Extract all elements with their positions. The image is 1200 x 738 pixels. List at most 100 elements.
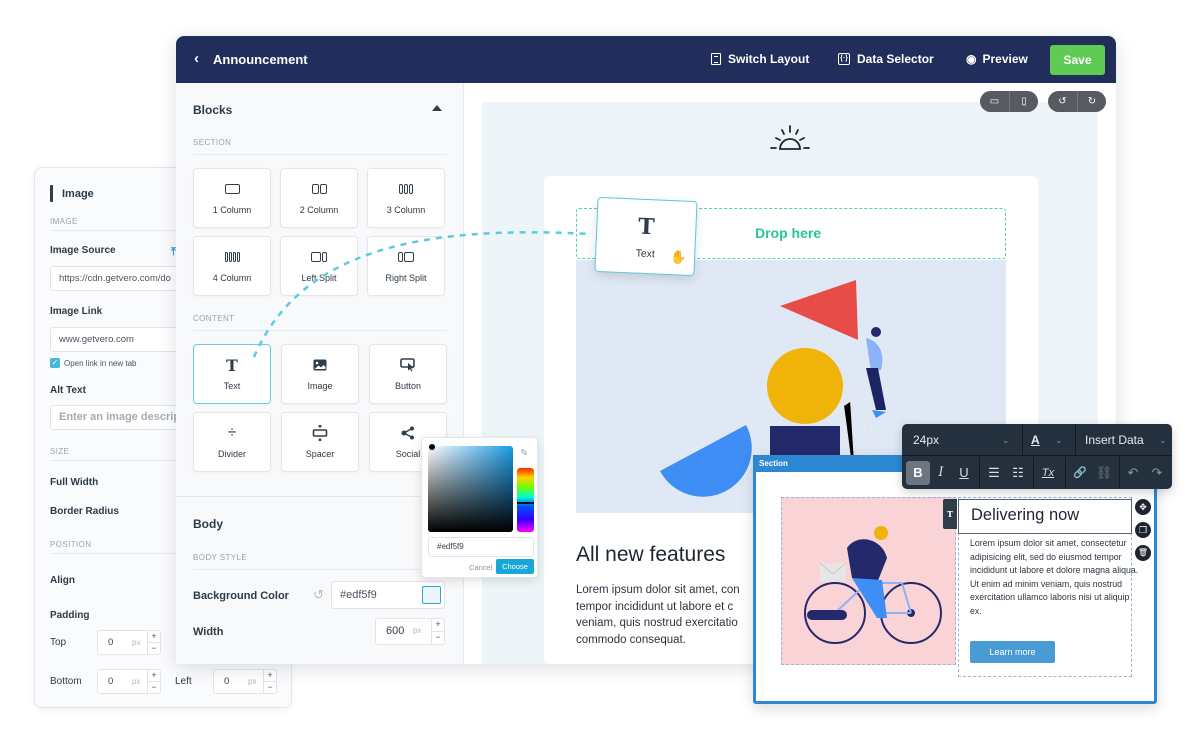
width-input[interactable]: 600 px + − — [375, 618, 445, 645]
stepper[interactable]: + − — [147, 670, 160, 693]
section-heading[interactable]: Delivering now — [971, 506, 1079, 525]
unit-label: px — [413, 626, 422, 635]
text-t-icon: T — [226, 355, 238, 375]
padding-top-value[interactable]: 0 — [108, 637, 113, 648]
preview-button[interactable]: ◉ Preview — [966, 52, 1028, 66]
choose-button[interactable]: Choose — [496, 559, 534, 574]
hue-slider[interactable] — [517, 468, 534, 532]
stepper[interactable]: + − — [263, 670, 276, 693]
top-bar: ‹ Announcement Switch Layout {·} Data Se… — [176, 36, 1116, 83]
stepper[interactable]: + − — [431, 619, 444, 644]
divider — [193, 330, 447, 331]
padding-left-value[interactable]: 0 — [224, 676, 229, 687]
switch-layout-button[interactable]: Switch Layout — [711, 52, 809, 66]
four-column-icon — [194, 249, 270, 265]
desktop-view-icon[interactable]: ▭ — [980, 91, 1009, 112]
underline-button[interactable]: U — [952, 461, 976, 485]
increment-button[interactable]: + — [148, 670, 160, 682]
block-right-split[interactable]: Right Split — [367, 236, 445, 296]
color-swatch[interactable] — [422, 586, 441, 604]
saturation-area[interactable] — [428, 446, 513, 532]
link-button[interactable]: 🔗 — [1068, 461, 1092, 485]
undo-button[interactable]: ↶ — [1121, 461, 1145, 485]
email-heading[interactable]: All new features — [576, 543, 725, 567]
block-2-column[interactable]: 2 Column — [280, 168, 358, 228]
width-value[interactable]: 600 — [386, 625, 404, 637]
heading-text-editor[interactable]: Delivering now — [958, 499, 1132, 534]
ordered-list-button[interactable]: ☰ — [982, 461, 1006, 485]
device-view-toggle[interactable]: ▭ ▯ — [980, 91, 1038, 112]
increment-button[interactable]: + — [148, 631, 160, 643]
chevron-down-icon[interactable]: ⌄ — [1002, 424, 1010, 456]
dragged-text-block[interactable]: T Text ✋ — [594, 196, 698, 277]
block-4-column[interactable]: 4 Column — [193, 236, 271, 296]
decrement-button[interactable]: − — [264, 682, 276, 694]
hex-input[interactable]: #edf5f9 — [428, 537, 534, 557]
data-selector-button[interactable]: {·} Data Selector — [838, 52, 934, 66]
decrement-button[interactable]: − — [148, 682, 160, 694]
content-label: CONTENT — [193, 314, 235, 323]
learn-more-button[interactable]: Learn more — [970, 641, 1055, 663]
delete-icon[interactable]: 🗑 — [1135, 545, 1151, 561]
block-text[interactable]: T Text — [193, 344, 271, 404]
background-color-value[interactable]: #edf5f9 — [340, 589, 377, 601]
preview-label: Preview — [982, 52, 1028, 66]
image-panel-title: Image — [62, 187, 94, 200]
image-source-label: Image Source — [50, 245, 116, 256]
text-color-icon[interactable]: A — [1031, 424, 1040, 456]
chevron-down-icon[interactable]: ⌄ — [1055, 424, 1063, 456]
image-panel-header: Image — [50, 185, 94, 202]
color-handle[interactable] — [429, 444, 435, 450]
padding-bottom-input[interactable]: 0 px + − — [97, 669, 161, 694]
history-toggle[interactable]: ↺ ↻ — [1048, 91, 1106, 112]
undo-icon[interactable]: ↺ — [1048, 91, 1077, 112]
padding-label: Padding — [50, 610, 90, 621]
grab-hand-cursor-icon: ✋ — [669, 249, 687, 265]
decrement-button[interactable]: − — [148, 643, 160, 655]
stepper[interactable]: + − — [147, 631, 160, 654]
block-1-column[interactable]: 1 Column — [193, 168, 271, 228]
move-icon[interactable]: ✥ — [1135, 499, 1151, 515]
block-divider[interactable]: ÷ Divider — [193, 412, 271, 472]
unlink-button[interactable]: ⛓ — [1092, 461, 1116, 485]
text-block-badge[interactable]: T — [943, 499, 957, 529]
font-size-select[interactable]: 24px — [913, 424, 939, 456]
decrement-button[interactable]: − — [432, 632, 444, 645]
block-label: Image — [307, 381, 333, 391]
duplicate-icon[interactable]: ❐ — [1135, 522, 1151, 538]
checkbox-checked-icon[interactable]: ✓ — [50, 358, 60, 368]
block-3-column[interactable]: 3 Column — [367, 168, 445, 228]
sunrise-logo-icon — [768, 124, 812, 152]
chevron-down-icon[interactable]: ⌄ — [1159, 424, 1167, 456]
section-paragraph[interactable]: Lorem ipsum dolor sit amet, consectetur … — [970, 537, 1140, 619]
save-button[interactable]: Save — [1050, 45, 1105, 75]
clear-format-button[interactable]: Tx — [1036, 461, 1060, 485]
open-new-tab-checkbox[interactable]: ✓ Open link in new tab — [50, 358, 137, 368]
back-chevron-icon[interactable]: ‹ — [194, 50, 199, 67]
eyedropper-icon[interactable]: ✎ — [520, 448, 528, 459]
redo-button[interactable]: ↷ — [1145, 461, 1169, 485]
mobile-view-icon[interactable]: ▯ — [1009, 91, 1038, 112]
cancel-button[interactable]: Cancel — [469, 563, 492, 572]
email-paragraph[interactable]: Lorem ipsum dolor sit amet, con tempor i… — [576, 582, 766, 648]
block-button[interactable]: Button — [369, 344, 447, 404]
bullet-list-button[interactable]: ☷ — [1006, 461, 1030, 485]
block-spacer[interactable]: Spacer — [281, 412, 359, 472]
padding-bottom-value[interactable]: 0 — [108, 676, 113, 687]
block-image[interactable]: Image — [281, 344, 359, 404]
cyclist-illustration[interactable] — [781, 497, 956, 665]
insert-data-dropdown[interactable]: Insert Data — [1085, 424, 1144, 456]
increment-button[interactable]: + — [264, 670, 276, 682]
block-left-split[interactable]: Left Split — [280, 236, 358, 296]
bold-button[interactable]: B — [906, 461, 930, 485]
redo-icon[interactable]: ↻ — [1077, 91, 1106, 112]
padding-top-input[interactable]: 0 px + − — [97, 630, 161, 655]
increment-button[interactable]: + — [432, 619, 444, 632]
padding-left-input[interactable]: 0 px + − — [213, 669, 277, 694]
collapse-caret-icon[interactable] — [432, 105, 442, 111]
italic-button[interactable]: I — [929, 461, 953, 485]
block-label: 1 Column — [212, 205, 252, 215]
section-editor-popup: Section T Delivering now Lorem ipsum dol… — [753, 455, 1157, 704]
reset-icon[interactable]: ↺ — [313, 587, 324, 603]
paragraph-line: veniam, quis nostrud exercitatio — [576, 617, 738, 629]
